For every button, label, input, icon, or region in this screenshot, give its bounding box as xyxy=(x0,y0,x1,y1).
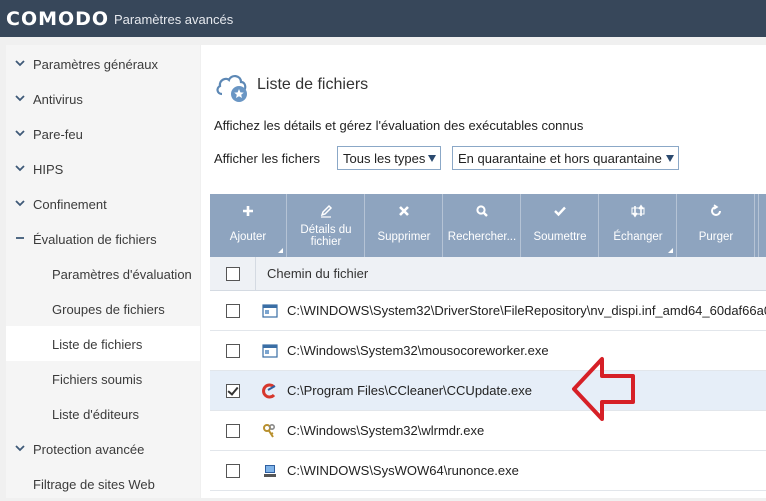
chevron-down-icon xyxy=(15,165,25,172)
main-panel: Liste de fichiers Affichez les détails e… xyxy=(201,45,766,498)
chevron-down-icon xyxy=(15,200,25,207)
sidebar-item-advanced-protection[interactable]: Protection avancée xyxy=(6,431,200,466)
select-all-checkbox[interactable] xyxy=(226,267,240,281)
purge-button[interactable]: Purger xyxy=(678,194,755,257)
dropdown-arrow-icon xyxy=(666,155,674,162)
button-label: Rechercher... xyxy=(447,231,517,243)
table-header: Chemin du fichier xyxy=(210,257,766,291)
column-divider xyxy=(255,257,256,290)
button-label: Supprimer xyxy=(377,231,431,243)
file-details-button[interactable]: Détails du fichier xyxy=(288,194,365,257)
file-path: C:\WINDOWS\System32\DriverStore\FileRepo… xyxy=(287,303,766,318)
comodo-logo: COMODO xyxy=(6,8,110,30)
chevron-down-icon xyxy=(15,95,25,102)
sidebar-item-file-list[interactable]: Liste de fichiers xyxy=(6,326,200,361)
quarantine-filter-select[interactable]: En quarantaine et hors quarantaine xyxy=(452,146,679,170)
sidebar-item-label: Liste de fichiers xyxy=(52,337,143,352)
row-checkbox[interactable] xyxy=(226,464,240,478)
window-subtitle: Paramètres avancés xyxy=(114,12,234,27)
cloud-star-icon xyxy=(216,75,247,102)
sidebar-item-firewall[interactable]: Pare-feu xyxy=(6,116,200,151)
dropdown-arrow-icon xyxy=(428,155,436,162)
title-bar: COMODO Paramètres avancés xyxy=(0,0,766,37)
file-path: C:\Program Files\CCleaner\CCUpdate.exe xyxy=(287,383,532,398)
sidebar-item-label: Antivirus xyxy=(33,92,83,107)
checkmark-icon xyxy=(554,206,566,217)
button-label: Ajouter xyxy=(229,231,267,243)
table-row[interactable]: C:\WINDOWS\SysWOW64\runonce.exe xyxy=(210,451,766,491)
table-row[interactable]: C:\Program Files\CCleaner\CCUpdate.exe xyxy=(210,371,766,411)
minus-icon xyxy=(16,237,24,239)
table-row[interactable]: C:\Windows\System32\wlrmdr.exe xyxy=(210,411,766,451)
chevron-down-icon xyxy=(15,60,25,67)
table-row[interactable]: C:\Windows\System32\mousocoreworker.exe xyxy=(210,331,766,371)
sidebar-item-containment[interactable]: Confinement xyxy=(6,186,200,221)
sidebar-item-hips[interactable]: HIPS xyxy=(6,151,200,186)
chevron-down-icon xyxy=(15,130,25,137)
swap-icon xyxy=(631,204,645,218)
toolbar-overflow[interactable] xyxy=(758,194,766,257)
select-value: Tous les types xyxy=(343,151,426,166)
file-path: C:\Windows\System32\wlrmdr.exe xyxy=(287,423,485,438)
x-icon xyxy=(399,206,409,216)
filter-label: Afficher les fichers xyxy=(214,151,320,166)
sidebar-item-label: Confinement xyxy=(33,197,107,212)
sidebar-item-label: Paramètres d'évaluation xyxy=(52,267,192,282)
sidebar-item-label: Groupes de fichiers xyxy=(52,302,165,317)
chevron-down-icon xyxy=(15,445,25,452)
sidebar-item-file-groups[interactable]: Groupes de fichiers xyxy=(6,291,200,326)
button-label: Échanger xyxy=(613,231,663,243)
sidebar-item-label: Évaluation de fichiers xyxy=(33,232,157,247)
sidebar-item-label: Pare-feu xyxy=(33,127,83,142)
sidebar-item-label: Fichiers soumis xyxy=(52,372,143,387)
window-app-icon xyxy=(262,344,278,358)
computer-app-icon xyxy=(264,465,276,477)
red-arrow-annotation xyxy=(572,357,635,421)
sidebar-item-label: Paramètres généraux xyxy=(33,57,159,72)
select-value: En quarantaine et hors quarantaine xyxy=(458,151,662,166)
sidebar-item-rating-settings[interactable]: Paramètres d'évaluation xyxy=(6,256,200,291)
window-app-icon xyxy=(262,304,278,318)
submit-button[interactable]: Soumettre xyxy=(522,194,599,257)
file-path: C:\WINDOWS\SysWOW64\runonce.exe xyxy=(287,463,519,478)
button-label: Purger xyxy=(698,231,734,243)
sidebar-item-antivirus[interactable]: Antivirus xyxy=(6,81,200,116)
toolbar: Ajouter Détails du fichier Supprimer Rec… xyxy=(210,194,766,257)
page-description: Affichez les détails et gérez l'évaluati… xyxy=(214,118,584,133)
ccleaner-icon xyxy=(262,383,276,399)
plus-icon xyxy=(243,206,253,216)
row-checkbox[interactable] xyxy=(226,344,240,358)
sidebar: Paramètres généraux Antivirus Pare-feu H… xyxy=(6,45,200,498)
sidebar-item-label: Filtrage de sites Web xyxy=(33,477,155,492)
file-path: C:\Windows\System32\mousocoreworker.exe xyxy=(287,343,549,358)
column-header-file-path[interactable]: Chemin du fichier xyxy=(267,266,368,281)
add-button[interactable]: Ajouter xyxy=(210,194,287,257)
sidebar-item-file-rating[interactable]: Évaluation de fichiers xyxy=(6,221,200,256)
button-label: Détails du fichier xyxy=(300,224,352,248)
sidebar-item-vendor-list[interactable]: Liste d'éditeurs xyxy=(6,396,200,431)
search-button[interactable]: Rechercher... xyxy=(444,194,521,257)
row-checkbox[interactable] xyxy=(226,424,240,438)
page-title: Liste de fichiers xyxy=(257,76,369,93)
sidebar-item-general[interactable]: Paramètres généraux xyxy=(6,46,200,81)
sidebar-item-web-filtering[interactable]: Filtrage de sites Web xyxy=(6,466,200,501)
sidebar-item-submitted-files[interactable]: Fichiers soumis xyxy=(6,361,200,396)
dropdown-corner-icon xyxy=(668,248,673,253)
sidebar-item-label: HIPS xyxy=(33,162,64,177)
type-filter-select[interactable]: Tous les types xyxy=(337,146,441,170)
row-checkbox[interactable] xyxy=(226,384,240,398)
row-checkbox[interactable] xyxy=(226,304,240,318)
sidebar-item-label: Protection avancée xyxy=(33,442,145,457)
dropdown-corner-icon xyxy=(278,248,283,253)
pencil-icon xyxy=(320,204,333,218)
swap-button[interactable]: Échanger xyxy=(600,194,677,257)
keys-icon xyxy=(263,423,276,438)
refresh-icon xyxy=(711,204,721,216)
search-icon xyxy=(476,205,488,217)
table-row[interactable]: C:\WINDOWS\System32\DriverStore\FileRepo… xyxy=(210,291,766,331)
sidebar-item-label: Liste d'éditeurs xyxy=(52,407,140,422)
delete-button[interactable]: Supprimer xyxy=(366,194,443,257)
button-label: Soumettre xyxy=(533,231,587,243)
